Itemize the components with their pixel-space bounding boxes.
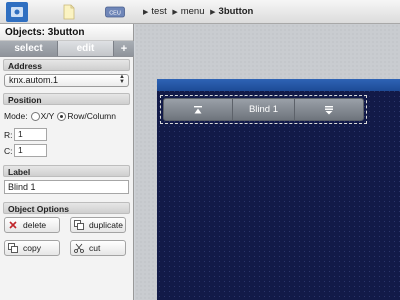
- duplicate-label: duplicate: [89, 220, 124, 230]
- copy-label: copy: [23, 243, 41, 253]
- column-input[interactable]: 1: [14, 144, 47, 157]
- address-heading: Address: [3, 59, 130, 71]
- radio-row-column-label: Row/Column: [67, 111, 116, 121]
- copy-icon: [8, 243, 18, 253]
- object-options-buttons: delete duplicate copy cut: [4, 217, 129, 256]
- selected-widget-outline[interactable]: Blind 1: [160, 95, 367, 124]
- app-icon[interactable]: [6, 2, 28, 22]
- position-heading: Position: [3, 93, 130, 105]
- svg-text:CEU: CEU: [109, 11, 121, 17]
- panel-tabs: select edit +: [0, 41, 134, 57]
- delete-button[interactable]: delete: [4, 217, 60, 233]
- label-heading: Label: [3, 165, 130, 177]
- tab-select[interactable]: select: [0, 41, 57, 56]
- radio-row-column[interactable]: [57, 111, 67, 121]
- tab-edit[interactable]: edit: [57, 41, 114, 56]
- add-tab-button[interactable]: +: [114, 41, 134, 56]
- duplicate-button[interactable]: duplicate: [70, 217, 126, 233]
- mode-row: Mode: X/Y Row/Column: [4, 110, 133, 122]
- duplicate-icon: [74, 220, 84, 230]
- radio-xy[interactable]: [30, 111, 40, 121]
- breadcrumb-separator: ▶: [172, 9, 178, 16]
- scissors-icon: [74, 243, 84, 253]
- breadcrumb-item[interactable]: menu: [181, 6, 205, 17]
- delete-icon: [8, 220, 18, 230]
- delete-label: delete: [23, 220, 47, 230]
- screen-header-bar: [157, 79, 400, 91]
- device-icon[interactable]: CEU: [104, 2, 126, 22]
- cut-label: cut: [89, 243, 101, 253]
- cut-button[interactable]: cut: [70, 240, 126, 256]
- move-up-icon[interactable]: [164, 99, 232, 120]
- column-label: C:: [4, 145, 13, 156]
- row-field-row: R: 1: [4, 128, 133, 141]
- select-arrows-icon: ▲ ▼: [119, 74, 125, 85]
- breadcrumb-separator: ▶: [143, 9, 149, 16]
- document-icon[interactable]: [58, 2, 80, 22]
- panel-title: Objects: 3button: [0, 24, 133, 41]
- object-options-heading: Object Options: [3, 202, 130, 214]
- widget-label: Blind 1: [232, 99, 295, 120]
- copy-button[interactable]: copy: [4, 240, 60, 256]
- row-input[interactable]: 1: [14, 128, 47, 141]
- address-value: knx.autom.1: [9, 75, 59, 85]
- breadcrumb-item[interactable]: test: [151, 6, 166, 17]
- blind-widget[interactable]: Blind 1: [163, 98, 364, 121]
- breadcrumb: ▶ test ▶ menu ▶ 3button: [140, 6, 253, 17]
- breadcrumb-separator: ▶: [210, 9, 216, 16]
- top-toolbar: CEU ▶ test ▶ menu ▶ 3button: [0, 0, 400, 24]
- breadcrumb-current: 3button: [218, 6, 254, 17]
- objects-panel: Objects: 3button select edit + Address k…: [0, 24, 134, 300]
- column-field-row: C: 1: [4, 144, 133, 157]
- label-input[interactable]: Blind 1: [4, 180, 129, 194]
- mode-label: Mode:: [4, 111, 28, 121]
- radio-xy-label: X/Y: [40, 111, 55, 121]
- move-down-icon[interactable]: [295, 99, 363, 120]
- address-select[interactable]: knx.autom.1 ▲ ▼: [4, 74, 129, 87]
- row-label: R:: [4, 129, 13, 140]
